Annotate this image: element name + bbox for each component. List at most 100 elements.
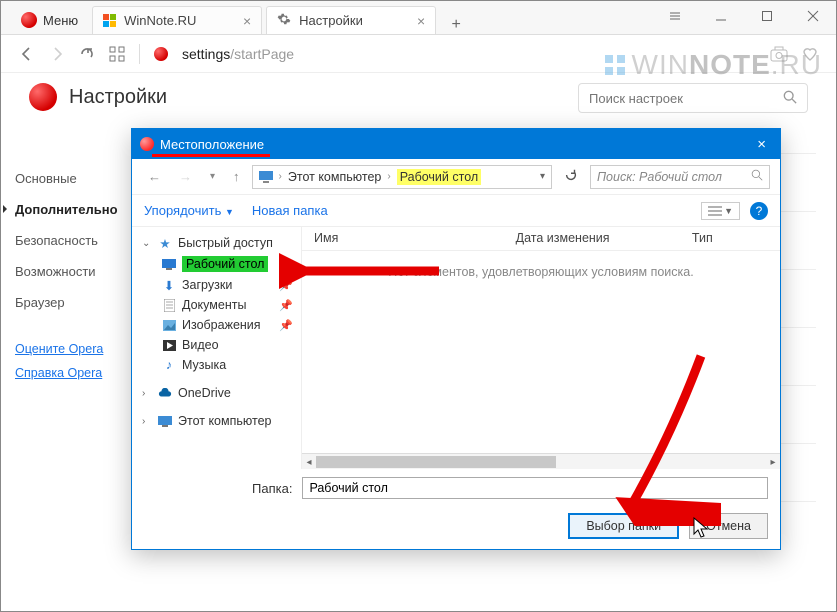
- crumb-dropdown-icon[interactable]: ▾: [540, 171, 545, 182]
- nav-back-icon[interactable]: ←: [142, 166, 167, 187]
- opera-icon: [29, 83, 57, 111]
- folder-input[interactable]: [302, 477, 768, 499]
- url-display[interactable]: settings/startPage: [182, 46, 294, 62]
- separator: [139, 44, 140, 64]
- breadcrumb[interactable]: › Этот компьютер › Рабочий стол ▾: [252, 165, 552, 189]
- music-icon: ♪: [162, 358, 176, 372]
- tree-downloads[interactable]: ⬇ Загрузки 📌: [136, 275, 297, 295]
- sidebar-item-browser[interactable]: Браузер: [1, 287, 151, 318]
- maximize-button[interactable]: [744, 1, 790, 31]
- settings-sidebar: Основные Дополнительно Безопасность Возм…: [1, 73, 151, 611]
- sidebar-item-features[interactable]: Возможности: [1, 256, 151, 287]
- speed-dial-icon[interactable]: [109, 46, 125, 62]
- tree-documents[interactable]: Документы 📌: [136, 295, 297, 315]
- nav-recent-icon[interactable]: ▾: [204, 168, 221, 185]
- pc-icon: [158, 414, 172, 428]
- view-mode-button[interactable]: ▼: [701, 202, 740, 220]
- opera-icon: [140, 137, 154, 151]
- dialog-title-bar[interactable]: Местоположение ×: [132, 129, 780, 159]
- tree-pictures[interactable]: Изображения 📌: [136, 315, 297, 335]
- tree-videos[interactable]: Видео: [136, 335, 297, 355]
- col-type[interactable]: Тип: [680, 227, 780, 250]
- file-columns: Имя Дата изменения Тип: [302, 227, 780, 251]
- sidebar-item-security[interactable]: Безопасность: [1, 225, 151, 256]
- crumb-root[interactable]: Этот компьютер: [288, 170, 381, 184]
- refresh-icon[interactable]: [558, 168, 584, 185]
- new-folder-button[interactable]: Новая папка: [252, 203, 328, 218]
- winnote-favicon: [103, 14, 116, 27]
- empty-message: Нет элементов, удовлетворяющих условиям …: [302, 251, 780, 453]
- back-icon[interactable]: [19, 46, 35, 62]
- col-name[interactable]: Имя: [302, 227, 504, 250]
- menu-label: Меню: [43, 13, 78, 28]
- dialog-nav-row: ← → ▾ ↑ › Этот компьютер › Рабочий стол …: [132, 159, 780, 195]
- scroll-right-icon[interactable]: ▸: [766, 454, 780, 470]
- folder-picker-dialog: Местоположение × ← → ▾ ↑ › Этот компьюте…: [131, 128, 781, 550]
- tree-this-pc[interactable]: › Этот компьютер: [136, 411, 297, 431]
- page-header: Настройки: [29, 83, 167, 111]
- tab-close-icon[interactable]: ×: [417, 13, 425, 29]
- crumb-current[interactable]: Рабочий стол: [397, 169, 481, 185]
- folder-input-row: Папка:: [132, 469, 780, 507]
- settings-search-input[interactable]: [589, 91, 783, 106]
- new-tab-button[interactable]: +: [442, 16, 470, 34]
- scroll-thumb[interactable]: [316, 456, 556, 468]
- folder-tree: ⌄ ★ Быстрый доступ Рабочий стол 📌 ⬇ Загр…: [132, 227, 302, 469]
- pin-icon: 📌: [279, 279, 293, 292]
- file-list: Имя Дата изменения Тип Нет элементов, уд…: [302, 227, 780, 469]
- horizontal-scrollbar[interactable]: ◂ ▸: [302, 453, 780, 469]
- tree-desktop[interactable]: Рабочий стол 📌: [136, 253, 297, 275]
- dialog-buttons: Выбор папки Отмена: [132, 507, 780, 549]
- link-rate-opera[interactable]: Оцените Opera: [15, 342, 137, 356]
- organize-button[interactable]: Упорядочить ▼: [144, 203, 234, 218]
- watermark: WINNOTE.RU: [604, 49, 822, 81]
- forward-icon[interactable]: [49, 46, 65, 62]
- tab-label: WinNote.RU: [124, 13, 196, 28]
- link-help-opera[interactable]: Справка Opera: [15, 366, 137, 380]
- opera-menu-button[interactable]: Меню: [11, 6, 88, 34]
- dialog-toolbar: Упорядочить ▼ Новая папка ▼ ?: [132, 195, 780, 227]
- nav-up-icon[interactable]: ↑: [227, 166, 246, 187]
- col-date[interactable]: Дата изменения: [504, 227, 680, 250]
- search-placeholder: Поиск: Рабочий стол: [597, 170, 751, 184]
- desktop-icon: [162, 257, 176, 271]
- sidebar-item-advanced[interactable]: Дополнительно: [1, 194, 151, 225]
- download-icon: ⬇: [162, 278, 176, 292]
- tree-quick-access[interactable]: ⌄ ★ Быстрый доступ: [136, 233, 297, 253]
- video-icon: [162, 338, 176, 352]
- pin-icon: 📌: [279, 319, 293, 332]
- tab-close-icon[interactable]: ×: [243, 13, 251, 29]
- tab-label: Настройки: [299, 13, 363, 28]
- reload-icon[interactable]: [79, 46, 95, 62]
- select-folder-button[interactable]: Выбор папки: [568, 513, 679, 539]
- picture-icon: [162, 318, 176, 332]
- sidebar-item-basic[interactable]: Основные: [1, 163, 151, 194]
- tree-music[interactable]: ♪ Музыка: [136, 355, 297, 375]
- settings-search[interactable]: [578, 83, 808, 113]
- star-icon: ★: [158, 236, 172, 250]
- page-title: Настройки: [69, 86, 167, 109]
- dialog-title: Местоположение: [160, 137, 264, 152]
- search-icon: [751, 169, 763, 184]
- window-settings-icon[interactable]: [652, 1, 698, 31]
- mouse-cursor: [693, 517, 711, 539]
- pin-icon: 📌: [279, 258, 293, 271]
- dialog-close-button[interactable]: ×: [751, 136, 772, 153]
- tab-winnote[interactable]: WinNote.RU ×: [92, 6, 262, 34]
- close-button[interactable]: [790, 1, 836, 31]
- tree-onedrive[interactable]: › OneDrive: [136, 383, 297, 403]
- scroll-left-icon[interactable]: ◂: [302, 454, 316, 470]
- dialog-search-box[interactable]: Поиск: Рабочий стол: [590, 165, 770, 189]
- help-icon[interactable]: ?: [750, 202, 768, 220]
- pin-icon: 📌: [279, 299, 293, 312]
- document-icon: [162, 298, 176, 312]
- annotation-underline: [152, 154, 270, 157]
- pc-icon: [259, 170, 273, 184]
- minimize-button[interactable]: [698, 1, 744, 31]
- opera-icon: [21, 12, 37, 28]
- nav-forward-icon[interactable]: →: [173, 166, 198, 187]
- tab-settings[interactable]: Настройки ×: [266, 6, 436, 34]
- folder-label: Папка:: [252, 481, 292, 496]
- opera-icon: [154, 47, 168, 61]
- gear-icon: [277, 12, 291, 29]
